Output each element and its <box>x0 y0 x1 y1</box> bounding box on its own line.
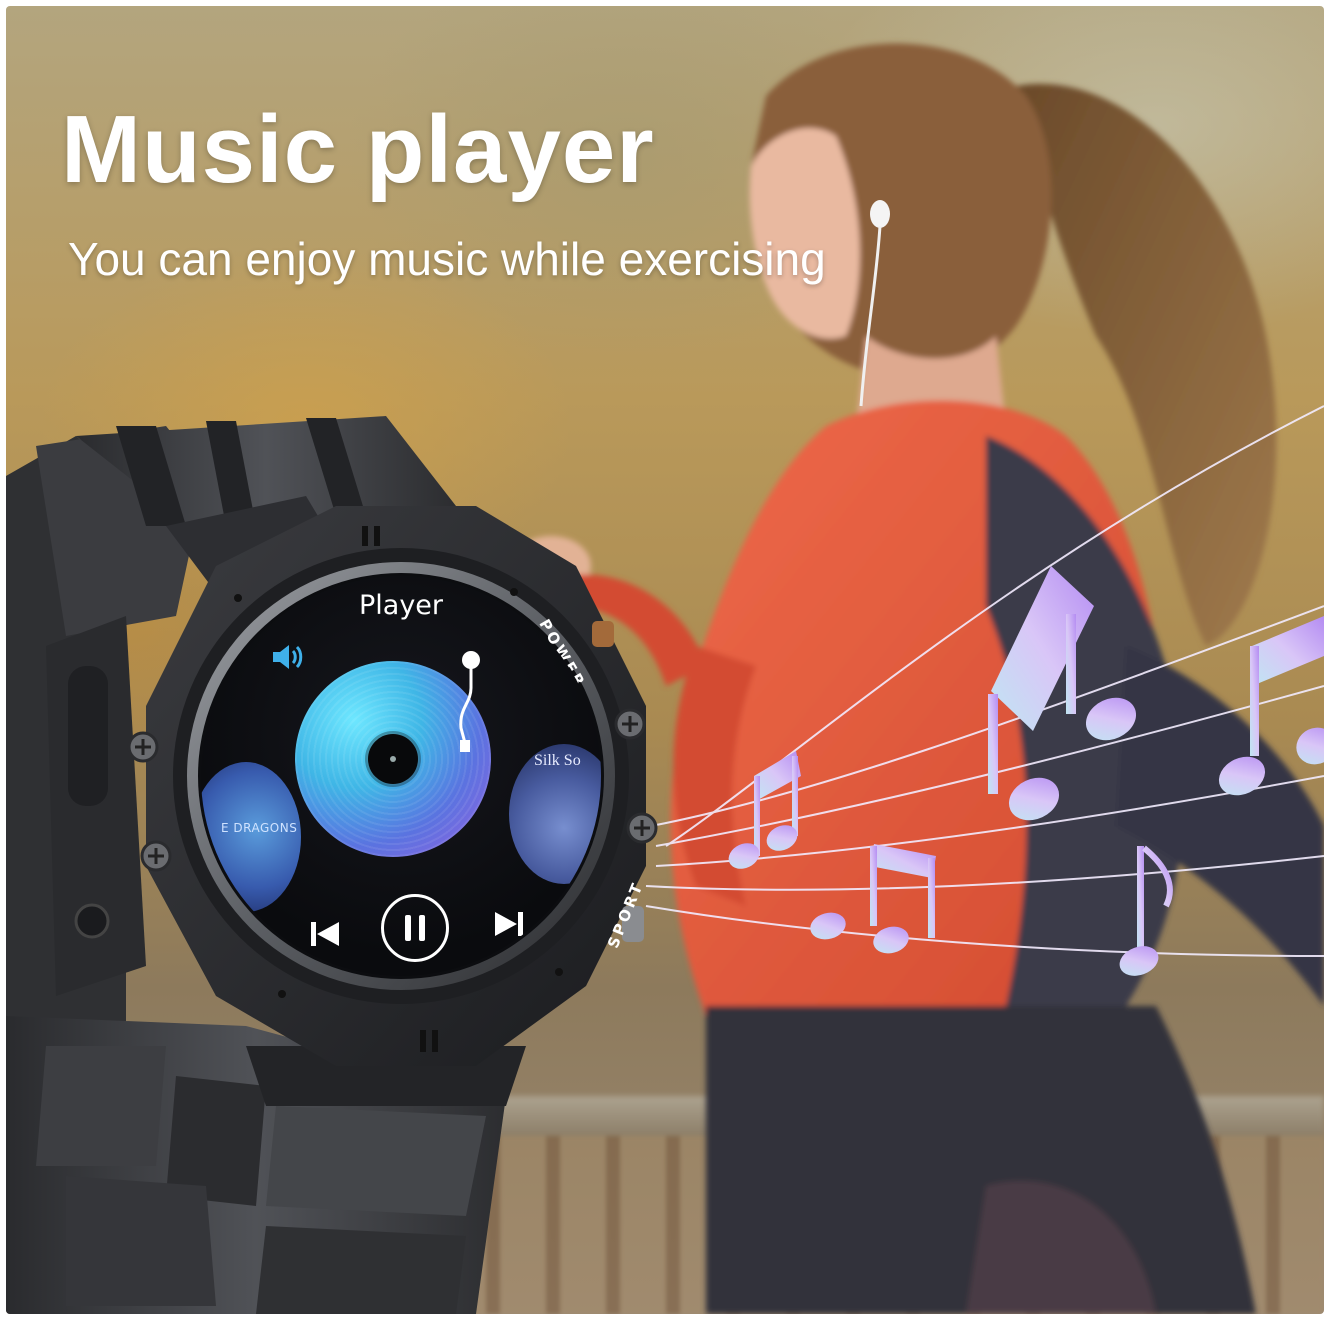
pause-icon <box>405 915 425 941</box>
watch-screen: Player E DRAGONS Silk So <box>201 576 601 976</box>
tonearm-icon <box>459 651 480 752</box>
music-note-large <box>988 566 1137 821</box>
power-crown <box>592 621 614 647</box>
product-banner: Music player You can enjoy music while e… <box>6 6 1324 1314</box>
pause-button[interactable] <box>381 894 449 962</box>
vinyl-center <box>368 734 418 784</box>
music-note-bottom <box>810 844 936 954</box>
music-note-right <box>1218 616 1324 796</box>
volume-icon[interactable] <box>271 642 305 672</box>
staff-lines <box>645 405 1324 957</box>
music-note-single <box>1119 845 1173 976</box>
album-previous-label: E DRAGONS <box>221 821 298 835</box>
next-track-icon[interactable] <box>491 906 527 942</box>
album-next-label: Silk So <box>534 752 581 769</box>
previous-track-icon[interactable] <box>307 916 343 952</box>
album-cover-previous[interactable] <box>201 762 301 912</box>
screen-title: Player <box>358 590 444 621</box>
